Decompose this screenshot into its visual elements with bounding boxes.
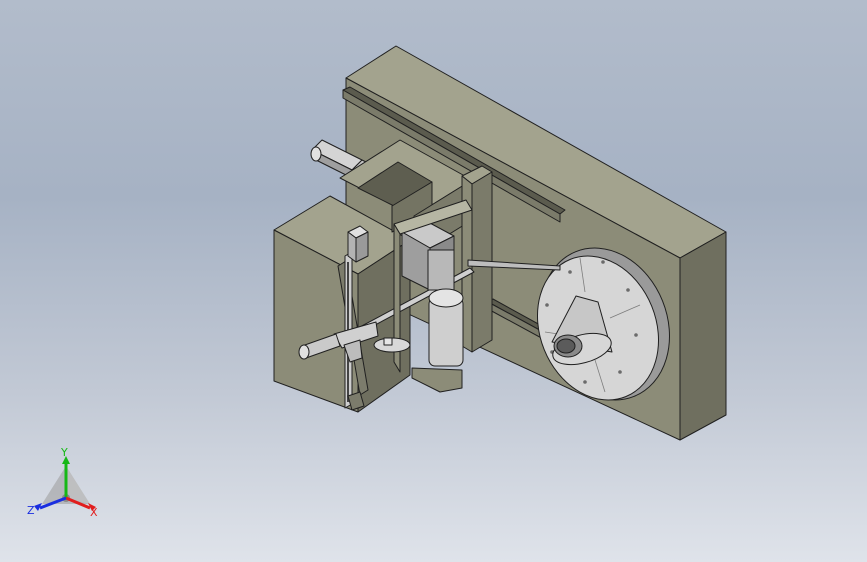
graphics-viewport[interactable]: Y X Z (0, 0, 867, 562)
vertical-column[interactable] (461, 165, 493, 353)
coordinate-triad: Y X Z (27, 448, 98, 519)
x-axis-label: X (90, 506, 98, 519)
z-axis-label: Z (27, 504, 35, 517)
carriage-motor[interactable] (347, 225, 369, 263)
left-carriage[interactable] (273, 195, 411, 413)
y-axis-label: Y (60, 448, 68, 459)
cad-assembly-model[interactable] (0, 0, 867, 562)
